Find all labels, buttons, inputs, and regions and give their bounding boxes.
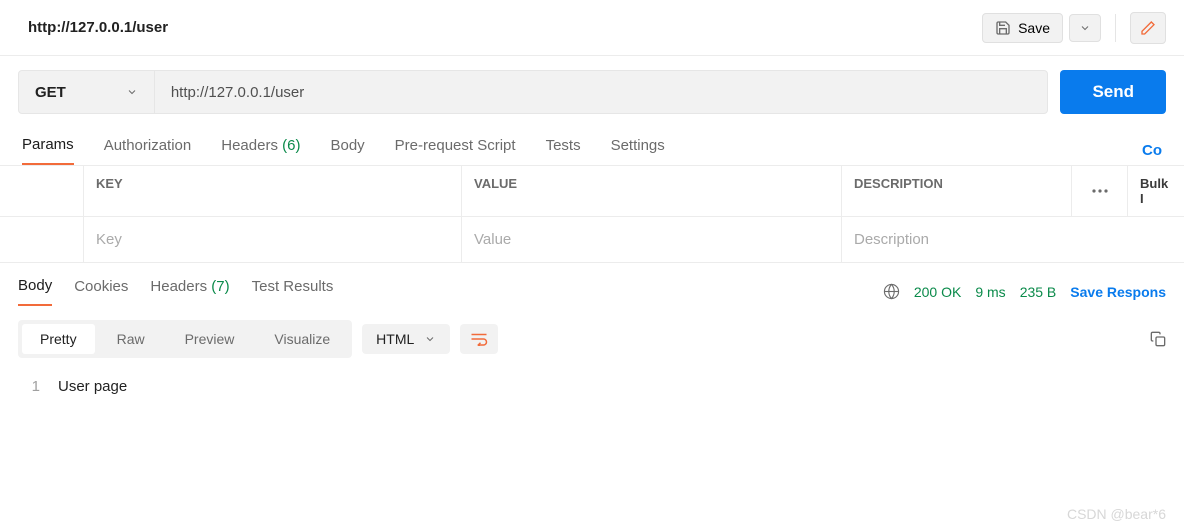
tab-headers-count: (6) [282, 137, 300, 154]
code-line: 1 User page [18, 378, 1166, 395]
description-input[interactable]: Description [842, 217, 1184, 262]
tab-headers[interactable]: Headers (6) [221, 137, 300, 164]
watermark: CSDN @bear*6 [1067, 506, 1166, 522]
separator [1115, 14, 1116, 42]
column-more-button[interactable] [1072, 166, 1128, 216]
wrap-icon [470, 332, 488, 346]
send-button[interactable]: Send [1060, 70, 1166, 114]
resp-tab-test-results[interactable]: Test Results [252, 278, 334, 305]
save-button[interactable]: Save [982, 13, 1063, 43]
ellipsis-icon [1092, 189, 1108, 193]
view-pretty[interactable]: Pretty [22, 324, 95, 354]
save-response-button[interactable]: Save Respons [1070, 284, 1166, 300]
response-time: 9 ms [975, 284, 1005, 300]
tab-settings[interactable]: Settings [611, 137, 665, 164]
resp-tab-headers[interactable]: Headers (7) [150, 278, 229, 305]
tab-params[interactable]: Params [22, 136, 74, 165]
status-code: 200 OK [914, 284, 961, 300]
value-input[interactable]: Value [462, 217, 842, 262]
view-preview[interactable]: Preview [167, 324, 253, 354]
request-title: http://127.0.0.1/user [28, 19, 982, 36]
request-tabs: Params Authorization Headers (6) Body Pr… [0, 120, 1184, 165]
response-tabs: Body Cookies Headers (7) Test Results 20… [0, 263, 1184, 306]
globe-icon[interactable] [883, 283, 900, 300]
chevron-down-icon [424, 333, 436, 345]
cookies-link[interactable]: Co [1142, 142, 1162, 159]
method-label: GET [35, 84, 66, 101]
copy-icon [1150, 331, 1166, 347]
chevron-down-icon [126, 86, 138, 98]
response-size: 235 B [1020, 284, 1057, 300]
view-mode-group: Pretty Raw Preview Visualize [18, 320, 352, 358]
request-bar: GET [18, 70, 1048, 114]
wrap-lines-button[interactable] [460, 324, 498, 354]
edit-button[interactable] [1130, 12, 1166, 44]
tab-tests[interactable]: Tests [546, 137, 581, 164]
copy-button[interactable] [1150, 331, 1166, 347]
column-header-key: KEY [84, 166, 462, 216]
view-visualize[interactable]: Visualize [256, 324, 348, 354]
tab-body[interactable]: Body [330, 137, 364, 164]
resp-tab-headers-label: Headers [150, 278, 207, 295]
view-raw[interactable]: Raw [99, 324, 163, 354]
table-row[interactable]: Key Value Description [0, 217, 1184, 263]
tab-authorization[interactable]: Authorization [104, 137, 192, 164]
key-input[interactable]: Key [84, 217, 462, 262]
url-input[interactable] [155, 84, 1048, 101]
format-select[interactable]: HTML [362, 324, 450, 354]
line-number: 1 [18, 378, 58, 395]
chevron-down-icon [1079, 22, 1091, 34]
column-header-description: DESCRIPTION [842, 166, 1072, 216]
format-label: HTML [376, 331, 414, 347]
column-header-value: VALUE [462, 166, 842, 216]
resp-tab-body[interactable]: Body [18, 277, 52, 306]
resp-tab-headers-count: (7) [211, 278, 229, 295]
line-text: User page [58, 378, 127, 395]
save-button-label: Save [1018, 20, 1050, 36]
tab-headers-label: Headers [221, 137, 278, 154]
tab-prerequest[interactable]: Pre-request Script [395, 137, 516, 164]
bulk-edit-button[interactable]: Bulk I [1128, 166, 1184, 216]
response-body: 1 User page [0, 372, 1184, 401]
pencil-icon [1140, 20, 1156, 36]
resp-tab-cookies[interactable]: Cookies [74, 278, 128, 305]
method-select[interactable]: GET [19, 71, 155, 113]
save-icon [995, 20, 1011, 36]
save-dropdown-button[interactable] [1069, 14, 1101, 42]
